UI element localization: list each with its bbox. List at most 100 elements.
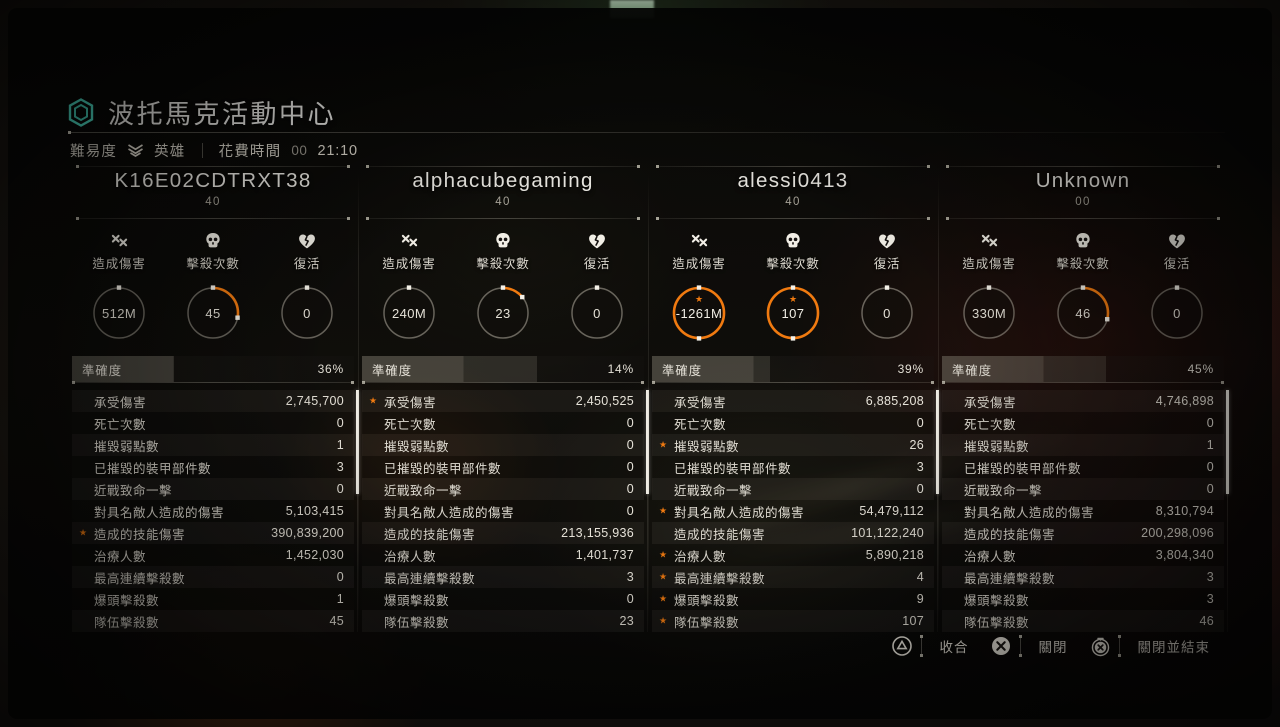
best-star-icon: ★	[369, 395, 378, 406]
cross-button-icon[interactable]	[991, 636, 1011, 656]
player-name: alphacubegaming	[412, 169, 594, 192]
gauge-ring: 46	[1054, 284, 1112, 342]
stat-label: 死亡次數	[964, 417, 1017, 432]
stat-value: 2,745,700	[285, 394, 344, 408]
stat-label: 已摧毀的裝甲部件數	[674, 461, 792, 476]
gauge-value: 45	[205, 305, 221, 321]
player-level: 40	[205, 196, 221, 208]
stat-label: 爆頭擊殺數	[674, 593, 740, 608]
stat-value: 3	[336, 460, 344, 474]
stat-value: 3	[1206, 592, 1214, 606]
accuracy-label: 準確度	[952, 363, 992, 378]
stat-row: 死亡次數 0	[652, 412, 934, 434]
stat-value: 54,479,112	[859, 504, 924, 518]
stat-row: 隊伍擊殺數 23	[362, 610, 644, 632]
crossed-bones-icon	[942, 228, 1036, 250]
stat-row: 摧毀弱點數 0	[362, 434, 644, 456]
stat-label: 隊伍擊殺數	[384, 615, 450, 630]
gauge-ring-wrap: 23	[456, 284, 550, 342]
gauge-label: 擊殺次數	[186, 257, 240, 271]
stat-value: 5,103,415	[285, 504, 344, 518]
accuracy-value: 39%	[897, 362, 924, 376]
gauge-value: 0	[593, 305, 601, 321]
cross-hold-button-icon[interactable]	[1090, 636, 1110, 657]
stat-row: 對具名敵人造成的傷害 5,103,415	[72, 500, 354, 522]
stat-value: 26	[909, 438, 924, 452]
stat-label: 治療人數	[94, 549, 147, 564]
player-column: alphacubegaming 40 造成傷害 擊殺次數 復活 240M 23 0 準確度 14%…	[358, 165, 649, 636]
best-star-icon: ★	[659, 615, 668, 626]
stat-row: 近戰致命一擊 0	[942, 478, 1224, 500]
scrollbar-thumb[interactable]	[1226, 390, 1229, 494]
gauge-ring-wrap: 0	[840, 284, 934, 342]
gauge-value: -1261M	[675, 305, 723, 321]
stat-label: 最高連續擊殺數	[964, 571, 1056, 586]
stat-label: 承受傷害	[94, 395, 147, 410]
gauge-ring-wrap: 240M	[362, 284, 456, 342]
gauge-header: 造成傷害	[942, 228, 1036, 272]
accuracy-underline	[652, 381, 934, 384]
stat-label: 摧毀弱點數	[384, 439, 450, 454]
stat-row: 近戰致命一擊 0	[72, 478, 354, 500]
gauge-ring: 330M	[960, 284, 1018, 342]
stat-value: 45	[329, 614, 344, 628]
stat-label: 死亡次數	[674, 417, 727, 432]
gauge-ring-wrap: 0	[260, 284, 354, 342]
gauge-value: 0	[303, 305, 311, 321]
stat-value: 8,310,794	[1155, 504, 1214, 518]
stat-row: 造成的技能傷害 200,298,096	[942, 522, 1224, 544]
stat-row: 治療人數 1,452,030	[72, 544, 354, 566]
stat-label: 對具名敵人造成的傷害	[384, 505, 515, 520]
stat-row: 爆頭擊殺數 0	[362, 588, 644, 610]
broken-heart-icon	[260, 228, 354, 250]
best-star-icon: ★	[659, 571, 668, 582]
player-header: K16E02CDTRXT38 40	[72, 165, 354, 220]
player-level: 40	[495, 196, 511, 208]
stat-row: 承受傷害 2,745,700	[72, 390, 354, 412]
stat-value: 0	[626, 460, 634, 474]
gauge-value: 107	[781, 305, 805, 321]
stat-value: 5,890,218	[865, 548, 924, 562]
time-label: 花費時間	[218, 144, 282, 160]
button-prompt[interactable]: 收合	[891, 635, 973, 657]
button-prompt[interactable]: 關閉	[991, 635, 1072, 657]
skull-icon	[746, 228, 840, 250]
button-prompt[interactable]: 關閉並結束	[1090, 635, 1215, 657]
stat-row: 造成的技能傷害 101,122,240	[652, 522, 934, 544]
stat-row: 治療人數 3,804,340	[942, 544, 1224, 566]
stat-row: 摧毀弱點數 1	[72, 434, 354, 456]
gauge-header: 造成傷害	[72, 228, 166, 272]
player-level: 00	[1075, 196, 1091, 208]
gauge-header: 復活	[840, 228, 934, 272]
gauge-value: 512M	[101, 305, 137, 321]
stat-value: 101,122,240	[851, 526, 924, 540]
stat-label: 爆頭擊殺數	[94, 593, 160, 608]
stat-value: 0	[916, 416, 924, 430]
header-bracket-top	[366, 165, 640, 168]
scrollbar[interactable]	[1226, 390, 1229, 632]
stat-value: 1	[336, 438, 344, 452]
player-header: alessi0413 40	[652, 165, 934, 220]
stat-rows: 承受傷害 4,746,898 死亡次數 0 摧毀弱點數 1 已摧毀的裝甲部件數 0 近戰致命一擊…	[942, 390, 1229, 632]
gauge-label: 擊殺次數	[476, 257, 530, 271]
stat-row: 對具名敵人造成的傷害 8,310,794	[942, 500, 1224, 522]
stat-label: 近戰致命一擊	[94, 483, 173, 498]
page-title: 波托馬克活動中心	[108, 99, 337, 129]
stat-label: 承受傷害	[964, 395, 1017, 410]
stat-value: 0	[1206, 482, 1214, 496]
stat-row: 承受傷害 4,746,898	[942, 390, 1224, 412]
stat-row: ★ 承受傷害 2,450,525	[362, 390, 644, 412]
gauge-ring-wrap: ★ 107	[746, 284, 840, 342]
crossed-bones-icon	[652, 228, 746, 250]
gauge-header: 造成傷害	[362, 228, 456, 272]
stat-label: 爆頭擊殺數	[384, 593, 450, 608]
stat-row: 最高連續擊殺數 3	[942, 566, 1224, 588]
stat-row: ★ 爆頭擊殺數 9	[652, 588, 934, 610]
player-name: Unknown	[1035, 169, 1131, 192]
stat-row: 死亡次數 0	[362, 412, 644, 434]
stat-label: 最高連續擊殺數	[384, 571, 476, 586]
header-bracket-top	[946, 165, 1220, 168]
stat-value: 0	[916, 482, 924, 496]
triangle-button-icon[interactable]	[891, 636, 912, 656]
best-star-icon: ★	[659, 505, 668, 516]
